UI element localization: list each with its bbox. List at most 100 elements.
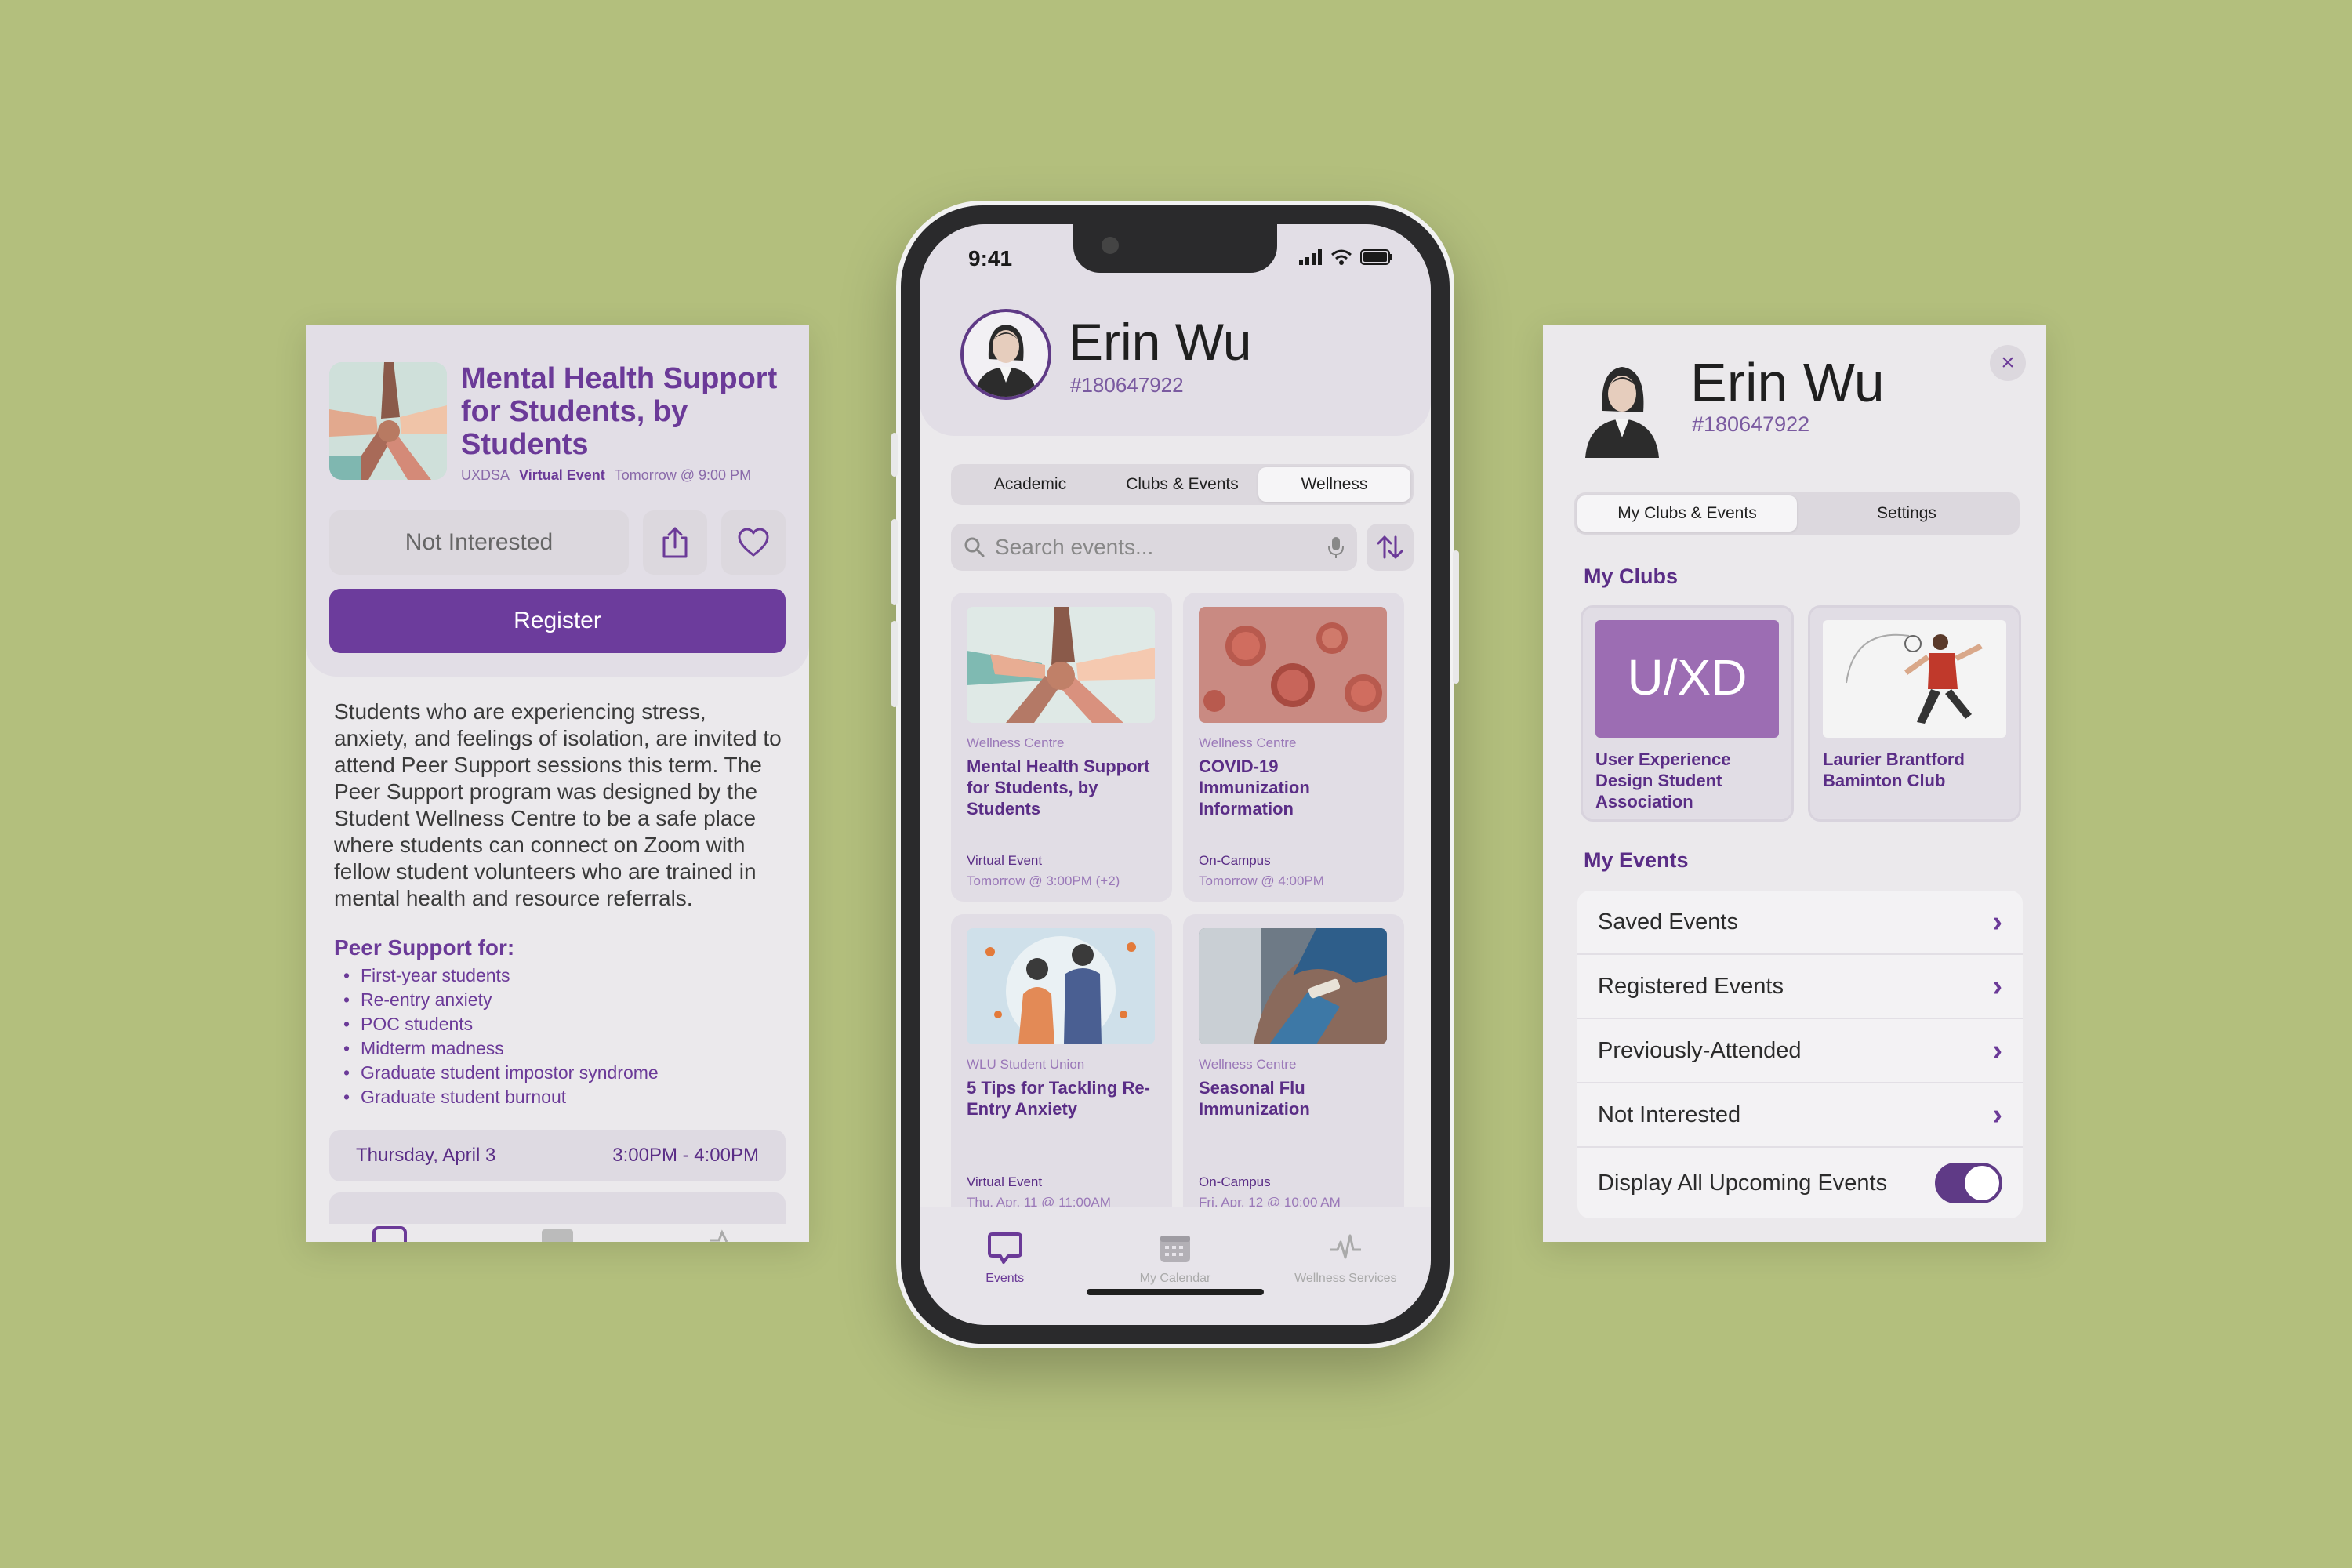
avatar[interactable] xyxy=(1581,356,1664,458)
tab-settings[interactable]: Settings xyxy=(1797,495,2016,532)
list-item: POC students xyxy=(334,1012,786,1036)
event-image-hands xyxy=(967,607,1155,723)
pulse-icon xyxy=(1330,1234,1362,1259)
pulse-icon[interactable] xyxy=(708,1225,742,1242)
event-time: Tomorrow @ 9:00 PM xyxy=(614,467,752,483)
peer-support-heading: Peer Support for: xyxy=(334,935,515,960)
row-label: Not Interested xyxy=(1598,1102,1741,1127)
phone-screen: 9:41 Erin Wu #180647922 Academic Clubs &… xyxy=(920,224,1431,1325)
session-row[interactable]: Thursday, April 3 3:00PM - 4:00PM xyxy=(329,1130,786,1181)
registered-events-row[interactable]: Registered Events › xyxy=(1577,955,2023,1019)
signal-icon xyxy=(1299,249,1322,265)
card-org: Wellness Centre xyxy=(1199,1057,1297,1072)
sort-button[interactable] xyxy=(1367,524,1414,571)
tab-academic[interactable]: Academic xyxy=(954,467,1106,502)
session-day: Thursday, April 3 xyxy=(356,1145,496,1166)
avatar[interactable] xyxy=(960,309,1051,400)
event-card[interactable]: WLU Student Union 5 Tips for Tackling Re… xyxy=(951,914,1172,1223)
tab-clubs-events[interactable]: Clubs & Events xyxy=(1106,467,1258,502)
event-title: Mental Health Support for Students, by S… xyxy=(461,362,778,461)
event-org: UXDSA xyxy=(461,467,510,483)
card-org: WLU Student Union xyxy=(967,1057,1085,1072)
tab-wellness[interactable]: Wellness xyxy=(1258,467,1410,502)
home-indicator[interactable] xyxy=(1087,1289,1264,1295)
chevron-right-icon: › xyxy=(1992,905,2002,938)
sort-arrows-icon xyxy=(1377,535,1403,559)
register-button[interactable]: Register xyxy=(329,589,786,653)
club-name: User Experience Design Student Associati… xyxy=(1595,750,1731,811)
event-image-virus xyxy=(1199,607,1387,723)
display-upcoming-row: Display All Upcoming Events xyxy=(1577,1148,2023,1218)
phone-volume-up xyxy=(891,519,898,605)
row-label: Registered Events xyxy=(1598,973,1784,999)
tab-label: Wellness Services xyxy=(1294,1272,1397,1285)
phone-volume-down xyxy=(891,621,898,707)
uxd-logo: U/XD xyxy=(1595,620,1779,738)
chat-bubble-icon xyxy=(987,1232,1022,1264)
close-button[interactable]: × xyxy=(1990,345,2026,381)
list-item: Re-entry anxiety xyxy=(334,988,786,1012)
club-card[interactable]: U/XD User Experience Design Student Asso… xyxy=(1581,605,1794,822)
event-card[interactable]: Wellness Centre Mental Health Support fo… xyxy=(951,593,1172,902)
list-item: Graduate student burnout xyxy=(334,1085,786,1109)
card-type: Virtual Event xyxy=(967,853,1043,868)
card-title: COVID-19 Immunization Information xyxy=(1199,757,1310,818)
search-bar xyxy=(951,524,1357,571)
not-interested-button[interactable]: Not Interested xyxy=(329,510,629,575)
category-tabs: Academic Clubs & Events Wellness xyxy=(951,464,1414,505)
tab-my-calendar[interactable]: My Calendar xyxy=(1097,1231,1254,1325)
profile-tabs: My Clubs & Events Settings xyxy=(1574,492,2020,535)
share-button[interactable] xyxy=(643,510,707,575)
calendar-icon[interactable] xyxy=(540,1225,575,1242)
session-row-partial[interactable] xyxy=(329,1192,786,1224)
tab-wellness-services[interactable]: Wellness Services xyxy=(1267,1231,1424,1325)
user-name: Erin Wu xyxy=(1069,313,1252,371)
close-icon: × xyxy=(2001,350,2015,376)
tab-bar-partial xyxy=(306,1225,809,1242)
row-label: Previously-Attended xyxy=(1598,1037,1802,1063)
my-events-list: Saved Events › Registered Events › Previ… xyxy=(1577,891,2023,1218)
club-name: Laurier Brantford Baminton Club xyxy=(1823,750,1965,790)
favorite-button[interactable] xyxy=(721,510,786,575)
chevron-right-icon: › xyxy=(1992,969,2002,1003)
uxd-logo-text: U/XD xyxy=(1628,649,1748,706)
event-card[interactable]: Wellness Centre Seasonal Flu Immunizatio… xyxy=(1183,914,1404,1223)
battery-icon xyxy=(1360,249,1392,265)
search-input[interactable] xyxy=(995,535,1327,560)
card-time: Tomorrow @ 3:00PM (+2) xyxy=(967,873,1120,888)
not-interested-row[interactable]: Not Interested › xyxy=(1577,1083,2023,1148)
card-title: Seasonal Flu Immunization xyxy=(1199,1078,1310,1119)
event-description: Students who are experiencing stress, an… xyxy=(334,699,782,910)
user-name: Erin Wu xyxy=(1690,352,1885,413)
phone-mockup: 9:41 Erin Wu #180647922 Academic Clubs &… xyxy=(891,201,1459,1348)
list-item: First-year students xyxy=(334,964,786,988)
session-time: 3:00PM - 4:00PM xyxy=(612,1145,759,1166)
profile-panel: × Erin Wu #180647922 My Clubs & Events S… xyxy=(1543,325,2046,1242)
phone-silent-switch xyxy=(891,433,898,477)
list-item: Midterm madness xyxy=(334,1036,786,1061)
row-label: Display All Upcoming Events xyxy=(1598,1170,1888,1196)
club-card[interactable]: Laurier Brantford Baminton Club xyxy=(1808,605,2021,822)
chat-bubble-icon[interactable] xyxy=(372,1225,407,1242)
heart-icon xyxy=(738,528,769,557)
chevron-right-icon: › xyxy=(1992,1033,2002,1067)
card-type: On-Campus xyxy=(1199,1174,1271,1189)
student-id: #180647922 xyxy=(1070,373,1184,397)
saved-events-row[interactable]: Saved Events › xyxy=(1577,891,2023,955)
event-image-vaccine xyxy=(1199,928,1387,1044)
event-type: Virtual Event xyxy=(519,467,605,483)
card-time: Tomorrow @ 4:00PM xyxy=(1199,873,1324,888)
microphone-icon[interactable] xyxy=(1327,535,1345,559)
display-upcoming-toggle[interactable] xyxy=(1935,1163,2002,1203)
peer-support-list: First-year students Re-entry anxiety POC… xyxy=(334,964,786,1109)
wifi-icon xyxy=(1331,249,1352,265)
badminton-image xyxy=(1823,620,2006,738)
event-detail-header: Mental Health Support for Students, by S… xyxy=(306,325,809,677)
tab-events[interactable]: Events xyxy=(927,1231,1083,1325)
card-title: Mental Health Support for Students, by S… xyxy=(967,757,1150,818)
status-bar: 9:41 xyxy=(920,245,1431,276)
previously-attended-row[interactable]: Previously-Attended › xyxy=(1577,1019,2023,1083)
event-card[interactable]: Wellness Centre COVID-19 Immunization In… xyxy=(1183,593,1404,902)
tab-my-clubs-events[interactable]: My Clubs & Events xyxy=(1577,495,1797,532)
status-time: 9:41 xyxy=(968,246,1013,270)
